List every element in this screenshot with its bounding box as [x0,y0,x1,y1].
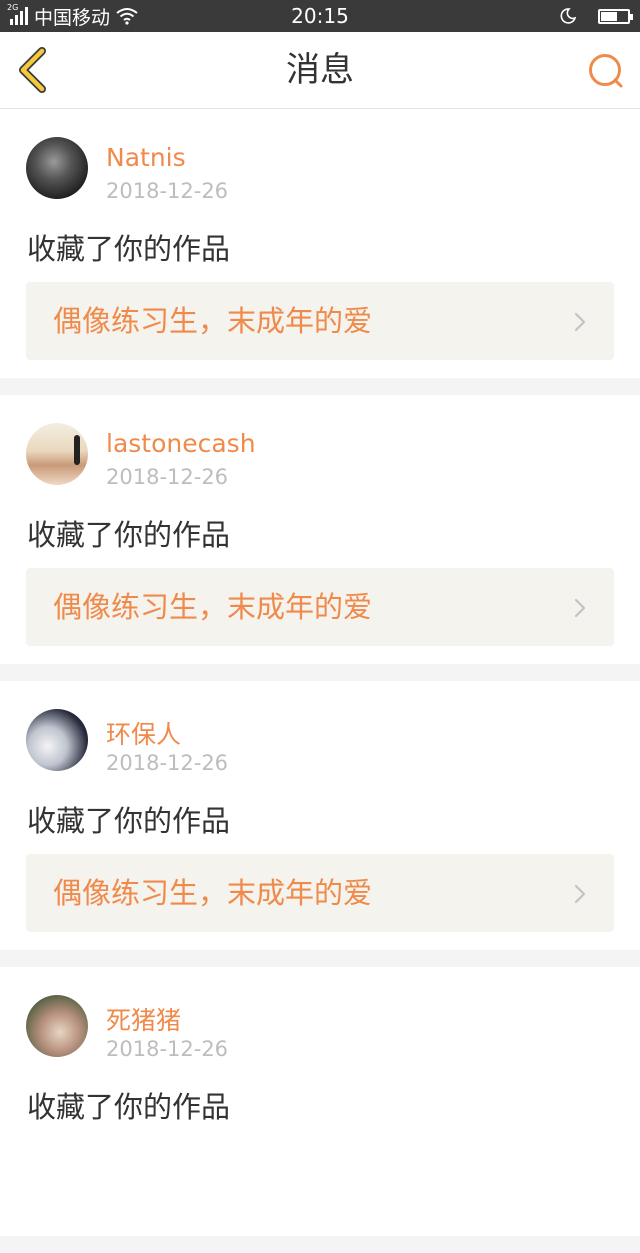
message-date: 2018-12-26 [106,751,229,775]
message-card: lastonecash 2018-12-26 收藏了你的作品 偶像练习生，末成年… [0,395,640,664]
message-date: 2018-12-26 [106,465,229,489]
username[interactable]: 死猪猪 [106,1001,181,1037]
status-bar: 2G 中国移动 20:15 [0,0,640,32]
chevron-right-icon [574,884,586,904]
nav-bar: 消息 [0,32,640,109]
username[interactable]: 环保人 [106,715,181,751]
page-title: 消息 [286,50,354,90]
message-action: 收藏了你的作品 [27,804,231,838]
avatar[interactable] [26,137,88,199]
chevron-right-icon [574,598,586,618]
avatar[interactable] [26,995,88,1057]
message-card: Natnis 2018-12-26 收藏了你的作品 偶像练习生，末成年的爱 [0,109,640,378]
message-card: 环保人 2018-12-26 收藏了你的作品 偶像练习生，末成年的爱 [0,681,640,950]
search-button[interactable] [586,52,626,92]
username[interactable]: Natnis [106,143,186,172]
search-icon [589,54,623,88]
message-action: 收藏了你的作品 [27,1090,231,1124]
message-list: Natnis 2018-12-26 收藏了你的作品 偶像练习生，末成年的爱 la… [0,109,640,1253]
avatar[interactable] [26,423,88,485]
message-action: 收藏了你的作品 [27,232,231,266]
username[interactable]: lastonecash [106,429,256,458]
avatar[interactable] [26,709,88,771]
message-date: 2018-12-26 [106,1037,229,1061]
work-link[interactable]: 偶像练习生，末成年的爱 [26,854,614,932]
status-right [560,0,633,32]
message-card: 死猪猪 2018-12-26 收藏了你的作品 [0,967,640,1236]
message-action: 收藏了你的作品 [27,518,231,552]
status-time: 20:15 [291,4,349,28]
battery-icon [598,8,633,24]
chevron-right-icon [574,312,586,332]
work-title: 偶像练习生，末成年的爱 [53,304,373,338]
avatar-figure [74,435,80,465]
battery-fill [601,11,617,21]
work-link[interactable]: 偶像练习生，末成年的爱 [26,282,614,360]
message-date: 2018-12-26 [106,179,229,203]
work-title: 偶像练习生，末成年的爱 [53,590,373,624]
work-title: 偶像练习生，末成年的爱 [53,876,373,910]
moon-icon [560,8,576,24]
work-link[interactable]: 偶像练习生，末成年的爱 [26,568,614,646]
